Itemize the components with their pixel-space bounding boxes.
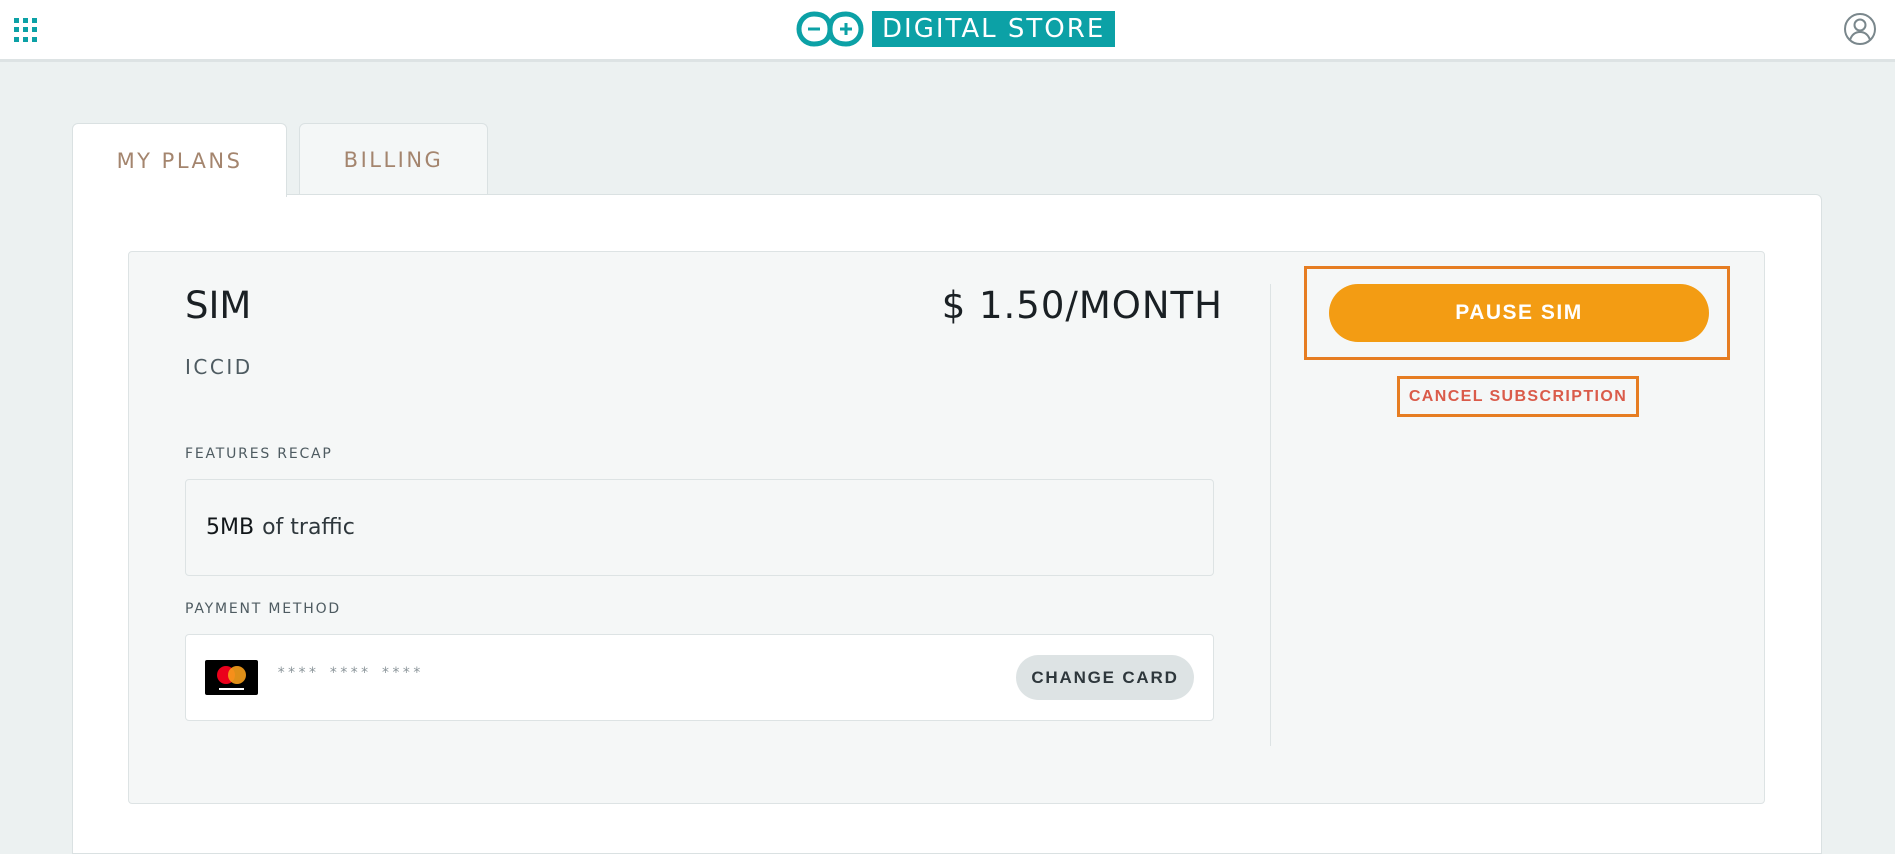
traffic-description: of traffic [262,515,355,540]
tab-my-plans[interactable]: MY PLANS [72,123,287,197]
masked-card-number: **** **** **** [277,665,424,681]
infinity-logo-icon [796,11,864,47]
plan-price: $ 1.50/MONTH [941,284,1223,327]
top-bar: DIGITAL STORE [0,0,1895,62]
traffic-amount: 5MB [206,515,255,540]
payment-method-label: PAYMENT METHOD [185,601,341,617]
features-recap-label: FEATURES RECAP [185,446,333,462]
plan-title: SIM [185,284,252,327]
brand-text: DIGITAL STORE [872,11,1116,47]
iccid-label: ICCID [185,355,253,379]
change-card-button[interactable]: CHANGE CARD [1016,655,1194,700]
brand-logo[interactable]: DIGITAL STORE [795,10,1116,48]
plan-card: SIM $ 1.50/MONTH ICCID FEATURES RECAP 5M… [128,251,1765,804]
vertical-divider [1270,284,1271,746]
grid-apps-icon[interactable] [14,18,38,42]
tab-billing[interactable]: BILLING [299,123,488,195]
mastercard-icon [205,660,258,695]
payment-method-box: **** **** **** CHANGE CARD [185,634,1214,721]
features-recap-box: 5MB of traffic [185,479,1214,576]
user-circle-icon[interactable] [1843,12,1877,46]
cancel-subscription-button[interactable]: CANCEL SUBSCRIPTION [1400,379,1636,414]
pause-sim-button[interactable]: PAUSE SIM [1329,284,1709,342]
